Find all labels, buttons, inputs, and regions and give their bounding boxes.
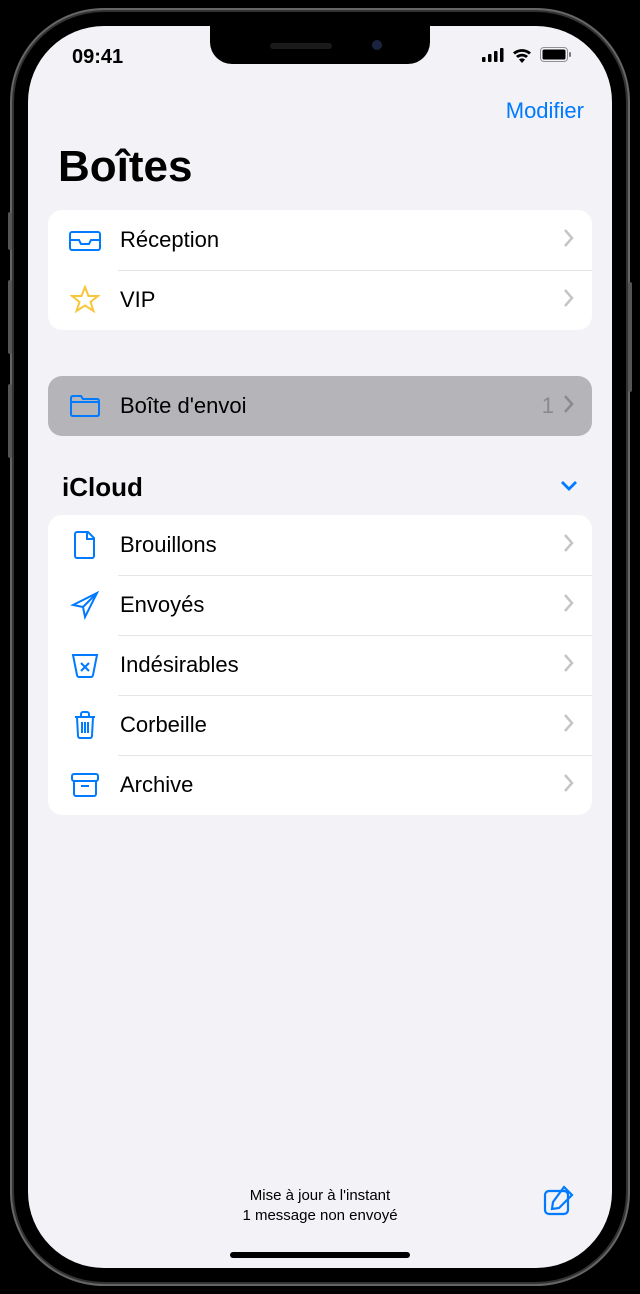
cellular-icon: [482, 48, 504, 67]
mailbox-label: Envoyés: [120, 592, 564, 618]
account-folders-group: Brouillons Envoyés Indésirables: [48, 515, 592, 815]
mailbox-archive[interactable]: Archive: [48, 755, 592, 815]
trash-icon: [68, 708, 102, 742]
sent-icon: [68, 588, 102, 622]
junk-icon: [68, 648, 102, 682]
mailbox-junk[interactable]: Indésirables: [48, 635, 592, 695]
inbox-icon: [68, 223, 102, 257]
status-time: 09:41: [72, 46, 123, 69]
chevron-right-icon: [564, 714, 574, 737]
account-section-header[interactable]: iCloud: [48, 436, 592, 515]
star-icon: [68, 283, 102, 317]
chevron-right-icon: [564, 594, 574, 617]
archive-icon: [68, 768, 102, 802]
edit-button[interactable]: Modifier: [506, 98, 584, 124]
mailbox-label: VIP: [120, 287, 564, 313]
mailbox-drafts[interactable]: Brouillons: [48, 515, 592, 575]
folder-icon: [68, 389, 102, 423]
compose-button[interactable]: [542, 1184, 576, 1223]
mailbox-label: Réception: [120, 227, 564, 253]
outbox-group: Boîte d'envoi 1: [48, 376, 592, 436]
sync-status: Mise à jour à l'instant 1 message non en…: [242, 1186, 397, 1227]
home-indicator[interactable]: [230, 1252, 410, 1258]
chevron-right-icon: [564, 654, 574, 677]
chevron-right-icon: [564, 534, 574, 557]
chevron-right-icon: [564, 289, 574, 312]
mailbox-outbox[interactable]: Boîte d'envoi 1: [48, 376, 592, 436]
mailbox-label: Indésirables: [120, 652, 564, 678]
mailbox-inbox[interactable]: Réception: [48, 210, 592, 270]
chevron-right-icon: [564, 774, 574, 797]
mailbox-vip[interactable]: VIP: [48, 270, 592, 330]
battery-icon: [540, 47, 572, 67]
navigation-bar: Modifier: [28, 80, 612, 134]
chevron-right-icon: [564, 395, 574, 418]
page-title: Boîtes: [28, 134, 612, 210]
mailbox-label: Brouillons: [120, 532, 564, 558]
mailbox-label: Corbeille: [120, 712, 564, 738]
chevron-down-icon: [560, 479, 578, 497]
chevron-right-icon: [564, 229, 574, 252]
sync-status-line1: Mise à jour à l'instant: [242, 1186, 397, 1206]
mailbox-count: 1: [542, 393, 554, 419]
wifi-icon: [511, 47, 533, 68]
sync-status-line2: 1 message non envoyé: [242, 1206, 397, 1226]
document-icon: [68, 528, 102, 562]
mailbox-trash[interactable]: Corbeille: [48, 695, 592, 755]
mailbox-label: Archive: [120, 772, 564, 798]
mailbox-sent[interactable]: Envoyés: [48, 575, 592, 635]
favorites-group: Réception VIP: [48, 210, 592, 330]
status-icons: [482, 47, 572, 68]
account-name: iCloud: [62, 472, 143, 503]
mailbox-label: Boîte d'envoi: [120, 393, 542, 419]
